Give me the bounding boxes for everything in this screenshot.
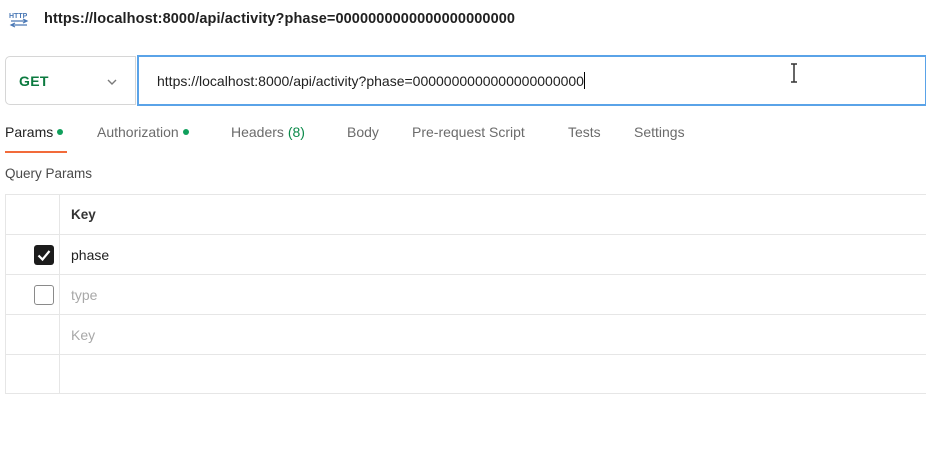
- table-row-new: Key: [5, 314, 926, 354]
- tab-headers-count: (8): [287, 124, 305, 140]
- new-param-key-field[interactable]: Key: [71, 315, 95, 354]
- row-check-cell: [5, 275, 60, 314]
- checkmark-icon: [37, 250, 51, 262]
- tab-headers[interactable]: Headers (8): [231, 124, 305, 140]
- header-check-cell: [5, 195, 60, 234]
- params-status-dot: [57, 129, 64, 135]
- tab-pre-request-script[interactable]: Pre-request Script: [412, 124, 525, 140]
- query-params-label: Query Params: [5, 166, 93, 181]
- tab-headers-label: Headers: [231, 124, 284, 140]
- table-header-row: Key: [5, 194, 926, 234]
- key-column-header: Key: [71, 207, 96, 222]
- table-row-empty: [5, 354, 926, 394]
- query-params-table: Key phase type Key: [5, 194, 926, 394]
- param-enabled-checkbox[interactable]: [34, 245, 54, 265]
- table-row: phase: [5, 234, 926, 274]
- chevron-down-icon: [107, 79, 117, 85]
- request-tabs: Params Authorization Headers (8) Body Pr…: [5, 124, 705, 154]
- row-check-cell: [5, 315, 60, 354]
- text-cursor-icon: [791, 63, 797, 83]
- tab-params-label: Params: [5, 124, 54, 140]
- url-text: https://localhost:8000/api/activity?phas…: [157, 72, 584, 89]
- authorization-status-dot: [182, 129, 189, 135]
- tab-tests[interactable]: Tests: [568, 124, 601, 140]
- http-icon: HTTP: [9, 13, 29, 28]
- request-title: https://localhost:8000/api/activity?phas…: [44, 11, 516, 27]
- param-key-field[interactable]: type: [71, 275, 97, 314]
- tab-authorization-label: Authorization: [97, 124, 179, 140]
- tab-settings[interactable]: Settings: [634, 124, 685, 140]
- row-check-cell: [5, 355, 60, 393]
- row-check-cell: [5, 235, 60, 274]
- table-row: type: [5, 274, 926, 314]
- param-enabled-checkbox[interactable]: [34, 285, 54, 305]
- tab-params[interactable]: Params: [5, 124, 64, 140]
- text-caret: [583, 72, 585, 89]
- tab-authorization[interactable]: Authorization: [97, 124, 189, 140]
- method-select[interactable]: GET: [5, 56, 136, 105]
- method-label: GET: [19, 72, 49, 89]
- param-key-field[interactable]: phase: [71, 235, 109, 274]
- request-bar: GET https://localhost:8000/api/activity?…: [5, 55, 926, 107]
- svg-text:HTTP: HTTP: [9, 13, 28, 20]
- tab-body[interactable]: Body: [347, 124, 379, 140]
- active-tab-indicator: [5, 151, 67, 153]
- url-input[interactable]: https://localhost:8000/api/activity?phas…: [137, 55, 926, 106]
- request-title-bar: HTTP https://localhost:8000/api/activity…: [8, 8, 515, 30]
